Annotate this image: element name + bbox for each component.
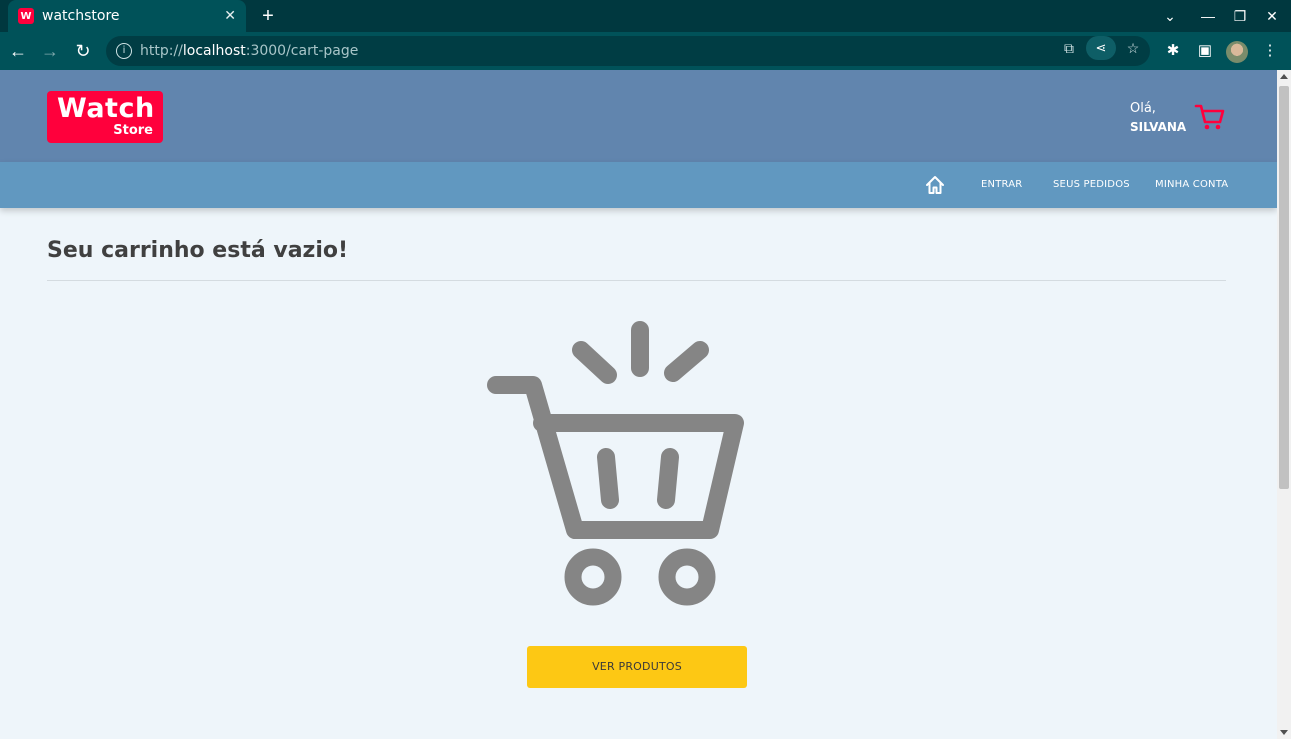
nav-seus-pedidos[interactable]: SEUS PEDIDOS: [1053, 179, 1130, 190]
page-viewport: Watch Store Olá, SILVANA ENTRAR SEUS PED…: [0, 70, 1277, 739]
scroll-down-icon[interactable]: [1280, 730, 1288, 735]
page-title: Seu carrinho está vazio!: [47, 238, 349, 263]
browser-tabbar: W watchstore ✕ + ⌄ — ❐ ✕: [0, 0, 1291, 32]
title-divider: [47, 280, 1226, 281]
site-info-icon[interactable]: i: [116, 43, 132, 59]
url-text: http://localhost:3000/cart-page: [140, 43, 359, 59]
extensions-icon[interactable]: ✱: [1161, 39, 1185, 63]
restore-icon[interactable]: ❐: [1228, 4, 1252, 28]
close-window-icon[interactable]: ✕: [1260, 4, 1284, 28]
home-icon[interactable]: [925, 175, 945, 195]
site-logo[interactable]: Watch Store: [47, 91, 163, 143]
side-panel-icon[interactable]: ▣: [1193, 39, 1217, 63]
favicon-icon: W: [18, 8, 34, 24]
logo-word-watch: Watch: [57, 93, 155, 124]
tab-title: watchstore: [42, 8, 120, 24]
nav-entrar[interactable]: ENTRAR: [981, 179, 1022, 190]
greeting-text: Olá,: [1130, 101, 1156, 116]
back-icon[interactable]: ←: [6, 39, 30, 63]
translate-icon[interactable]: ⧉: [1060, 39, 1078, 57]
nav-minha-conta[interactable]: MINHA CONTA: [1155, 179, 1228, 190]
reload-icon[interactable]: ↻: [71, 39, 95, 63]
page-scrollbar[interactable]: [1277, 70, 1291, 739]
address-bar[interactable]: i http://localhost:3000/cart-page: [106, 36, 1150, 66]
scrollbar-thumb[interactable]: [1279, 86, 1289, 489]
minimize-icon[interactable]: —: [1196, 4, 1220, 28]
view-products-button[interactable]: VER PRODUTOS: [527, 646, 747, 688]
shopping-cart-icon[interactable]: [1194, 102, 1226, 132]
empty-cart-icon: [487, 321, 744, 606]
browser-toolbar: ← → ↻ i http://localhost:3000/cart-page …: [0, 32, 1291, 70]
site-nav: ENTRAR SEUS PEDIDOS MINHA CONTA: [0, 162, 1277, 208]
menu-kebab-icon[interactable]: ⋮: [1258, 39, 1282, 63]
tab-search-icon[interactable]: ⌄: [1158, 4, 1182, 28]
new-tab-button[interactable]: +: [256, 4, 280, 28]
close-tab-icon[interactable]: ✕: [224, 8, 236, 24]
browser-tab[interactable]: W watchstore ✕: [8, 0, 246, 32]
forward-icon[interactable]: →: [38, 39, 62, 63]
site-header: Watch Store Olá, SILVANA: [0, 70, 1277, 162]
logo-word-store: Store: [113, 123, 153, 138]
scroll-up-icon[interactable]: [1280, 74, 1288, 79]
profile-avatar[interactable]: [1226, 41, 1248, 63]
user-name: SILVANA: [1130, 120, 1187, 134]
share-icon[interactable]: ⋖: [1086, 36, 1116, 60]
bookmark-star-icon[interactable]: ☆: [1124, 39, 1142, 57]
user-greeting: Olá, SILVANA: [1130, 100, 1186, 136]
